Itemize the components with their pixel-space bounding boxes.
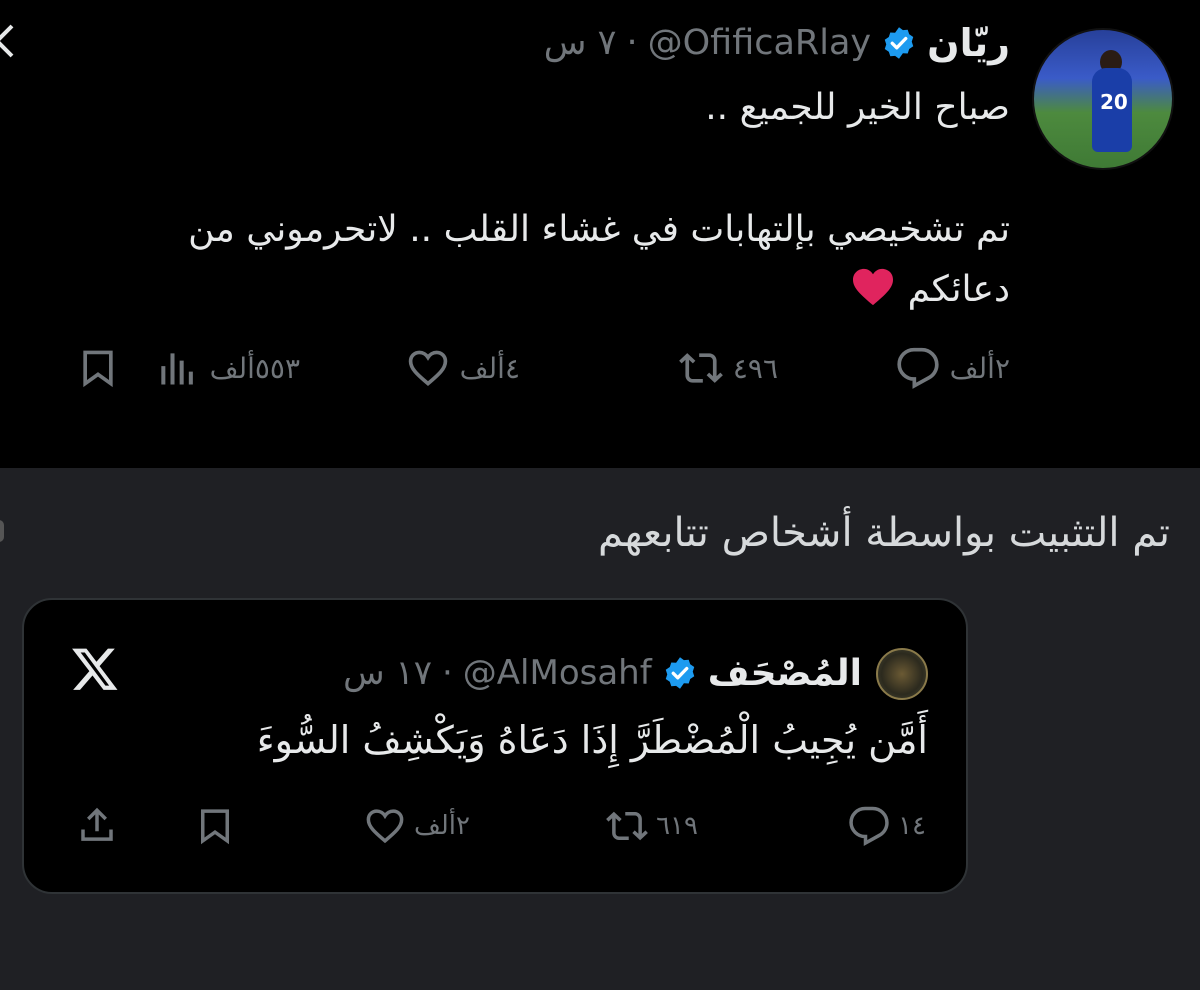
quote-share-button[interactable] bbox=[76, 798, 118, 854]
share-icon bbox=[81, 807, 113, 841]
tweet-actions: ٢ألف ٤٩٦ ٤ألف ٥٥٣ألف bbox=[0, 340, 1010, 396]
verified-badge-icon bbox=[665, 657, 694, 689]
quote-like-button[interactable]: ٢ألف bbox=[364, 798, 470, 854]
pinned-label: تم التثبيت بواسطة أشخاص تتابعهم bbox=[597, 510, 1170, 556]
retweet-button[interactable]: ٤٩٦ bbox=[679, 340, 778, 396]
quote-retweet-button[interactable]: ٦١٩ bbox=[606, 798, 698, 854]
tweet-text: صباح الخير للجميع .. تم تشخيصي بإلتهابات… bbox=[30, 78, 1010, 320]
reply-icon bbox=[897, 347, 939, 389]
tweet-header: ريّان @OfificaRlay · ٧ س bbox=[544, 18, 1010, 68]
red-heart-icon bbox=[853, 268, 894, 306]
retweet-count: ٤٩٦ bbox=[732, 351, 778, 385]
meta-separator: · bbox=[441, 653, 453, 693]
x-logo-icon bbox=[72, 648, 118, 690]
tweet-line: دعائكم bbox=[30, 260, 1010, 320]
views-icon bbox=[160, 353, 193, 385]
verified-badge-icon bbox=[884, 27, 914, 59]
heart-icon bbox=[366, 809, 404, 844]
bookmark-icon bbox=[201, 809, 229, 845]
quote-like-count: ٢ألف bbox=[413, 811, 470, 841]
avatar[interactable]: 20 bbox=[1032, 28, 1174, 170]
scroll-indicator bbox=[0, 520, 4, 542]
quote-avatar[interactable] bbox=[876, 648, 928, 700]
quote-timestamp[interactable]: ١٧ س bbox=[343, 653, 432, 693]
heart-icon bbox=[408, 350, 447, 386]
reply-icon bbox=[849, 806, 889, 846]
close-icon[interactable] bbox=[0, 20, 20, 60]
views-count: ٥٥٣ألف bbox=[209, 351, 300, 385]
handle[interactable]: @OfificaRlay bbox=[648, 23, 872, 63]
bookmark-icon bbox=[83, 350, 113, 388]
like-count: ٤ألف bbox=[459, 351, 520, 385]
like-button[interactable]: ٤ألف bbox=[406, 340, 520, 396]
quote-bookmark-button[interactable] bbox=[194, 798, 236, 854]
tweet: 20 ريّان @OfificaRlay · ٧ س صباح الخير ل… bbox=[0, 0, 1200, 468]
quote-display-name[interactable]: المُصْحَف bbox=[708, 653, 862, 694]
quote-reply-button[interactable]: ١٤ bbox=[848, 798, 926, 854]
quote-header: المُصْحَف @AlMosahf · ١٧ س bbox=[343, 645, 862, 701]
quote-card[interactable]: المُصْحَف @AlMosahf · ١٧ س أَمَّن يُجِيب… bbox=[22, 598, 968, 894]
quote-actions: ١٤ ٦١٩ ٢ألف bbox=[24, 798, 966, 854]
reply-count: ٢ألف bbox=[949, 351, 1010, 385]
tweet-line: تم تشخيصي بإلتهابات في غشاء القلب .. لات… bbox=[188, 209, 1010, 250]
tweet-line: صباح الخير للجميع .. bbox=[705, 87, 1010, 128]
tweet-line-text: دعائكم bbox=[907, 269, 1010, 310]
timestamp[interactable]: ٧ س bbox=[544, 23, 617, 63]
bookmark-button[interactable] bbox=[76, 340, 120, 396]
reply-button[interactable]: ٢ألف bbox=[896, 340, 1010, 396]
quote-reply-count: ١٤ bbox=[898, 811, 926, 841]
views-button[interactable]: ٥٥٣ألف bbox=[156, 340, 300, 396]
retweet-icon bbox=[606, 811, 648, 841]
quote-retweet-count: ٦١٩ bbox=[656, 811, 698, 841]
meta-separator: · bbox=[626, 23, 638, 63]
retweet-icon bbox=[679, 353, 723, 383]
display-name[interactable]: ريّان bbox=[927, 21, 1010, 65]
quote-handle[interactable]: @AlMosahf bbox=[463, 653, 652, 693]
quote-text: أَمَّن يُجِيبُ الْمُضْطَرَّ إِذَا دَعَاه… bbox=[256, 718, 928, 762]
